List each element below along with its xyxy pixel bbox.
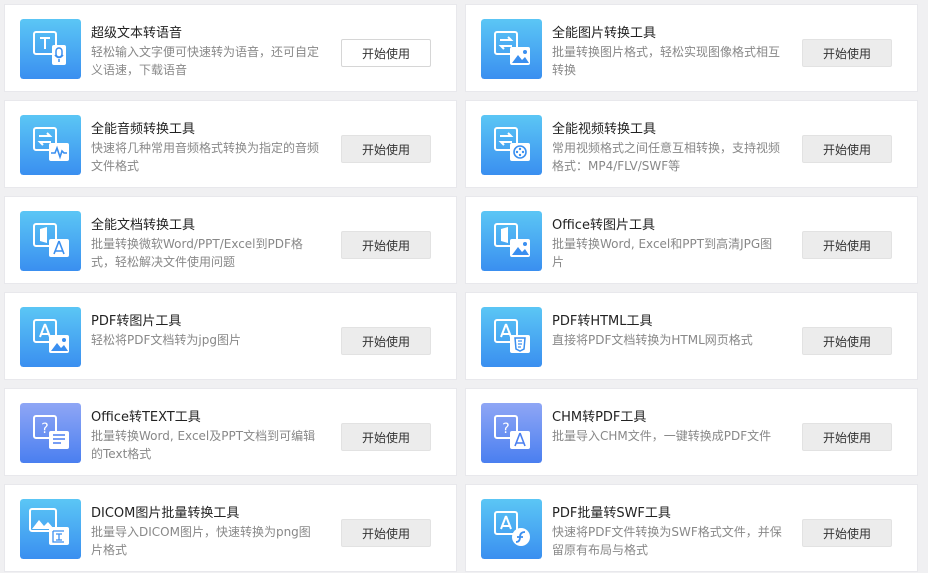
tool-title: PDF转HTML工具 — [552, 314, 653, 329]
start-button[interactable]: 开始使用 — [341, 39, 431, 67]
tool-title: Office转TEXT工具 — [91, 410, 201, 425]
tool-card-office-to-image: Office转图片工具 批量转换Word, Excel和PPT到高清JPG图片 … — [465, 196, 918, 284]
tool-title: Office转图片工具 — [552, 218, 655, 233]
tool-card-audio-convert: 全能音频转换工具 快速将几种常用音频格式转换为指定的音频文件格式 开始使用 — [4, 100, 457, 188]
tool-card-pdf-to-html: PDF转HTML工具 直接将PDF文档转换为HTML网页格式 开始使用 — [465, 292, 918, 380]
tool-card-image-convert: 全能图片转换工具 批量转换图片格式，轻松实现图像格式相互转换 开始使用 — [465, 4, 918, 92]
tool-description: 批量转换Word, Excel和PPT到高清JPG图片 — [552, 237, 773, 269]
tool-title: PDF转图片工具 — [91, 314, 182, 329]
tool-card-chm-to-pdf: ? CHM转PDF工具 批量导入CHM文件，一键转换成PDF文件 开始使用 — [465, 388, 918, 476]
pdf-to-image-icon — [20, 307, 81, 367]
svg-text:?: ? — [502, 421, 509, 437]
tool-description: 常用视频格式之间任意互相转换，支持视频格式：MP4/FLV/SWF等 — [552, 141, 781, 173]
tool-card-office-to-text: ? Office转TEXT工具 批量转换Word, Excel及PPT文档到可编… — [4, 388, 457, 476]
start-button[interactable]: 开始使用 — [802, 135, 892, 163]
tool-card-dicom-convert: DICOM图片批量转换工具 批量导入DICOM图片，快速转换为png图片格式 开… — [4, 484, 457, 572]
start-button[interactable]: 开始使用 — [802, 231, 892, 259]
tool-description: 批量转换图片格式，轻松实现图像格式相互转换 — [552, 45, 781, 77]
chm-to-pdf-icon: ? — [481, 403, 542, 463]
pdf-to-swf-icon — [481, 499, 542, 559]
tool-title: DICOM图片批量转换工具 — [91, 506, 240, 521]
document-convert-icon — [20, 211, 81, 271]
start-button[interactable]: 开始使用 — [341, 423, 431, 451]
start-button[interactable]: 开始使用 — [802, 327, 892, 355]
tool-title: 超级文本转语音 — [91, 26, 183, 41]
audio-convert-icon — [20, 115, 81, 175]
tool-description: 直接将PDF文档转换为HTML网页格式 — [552, 333, 753, 347]
tool-description: 批量转换微软Word/PPT/Excel到PDF格式，轻松解决文件使用问题 — [91, 237, 303, 269]
tool-title: PDF批量转SWF工具 — [552, 506, 671, 521]
tool-title: CHM转PDF工具 — [552, 410, 647, 425]
tool-description: 批量转换Word, Excel及PPT文档到可编辑的Text格式 — [91, 429, 316, 461]
tool-card-pdf-to-swf: PDF批量转SWF工具 快速将PDF文件转换为SWF格式文件，并保留原有布局与格… — [465, 484, 918, 572]
tool-title: 全能视频转换工具 — [552, 122, 657, 137]
tool-card-pdf-to-image: PDF转图片工具 轻松将PDF文档转为jpg图片 开始使用 — [4, 292, 457, 380]
start-button[interactable]: 开始使用 — [341, 327, 431, 355]
tool-description: 轻松输入文字便可快速转为语音，还可自定义语速，下载语音 — [91, 45, 320, 77]
tool-title: 全能文档转换工具 — [91, 218, 196, 233]
tool-card-video-convert: 全能视频转换工具 常用视频格式之间任意互相转换，支持视频格式：MP4/FLV/S… — [465, 100, 918, 188]
office-to-image-icon — [481, 211, 542, 271]
start-button[interactable]: 开始使用 — [802, 39, 892, 67]
start-button[interactable]: 开始使用 — [341, 519, 431, 547]
tool-description: 批量导入CHM文件，一键转换成PDF文件 — [552, 429, 772, 443]
pdf-to-html-icon — [481, 307, 542, 367]
image-convert-icon — [481, 19, 542, 79]
start-button[interactable]: 开始使用 — [802, 423, 892, 451]
start-button[interactable]: 开始使用 — [341, 135, 431, 163]
tool-card-document-convert: 全能文档转换工具 批量转换微软Word/PPT/Excel到PDF格式，轻松解决… — [4, 196, 457, 284]
start-button[interactable]: 开始使用 — [802, 519, 892, 547]
tool-description: 快速将几种常用音频格式转换为指定的音频文件格式 — [91, 141, 320, 173]
office-to-text-icon: ? — [20, 403, 81, 463]
tool-title: 全能图片转换工具 — [552, 26, 657, 41]
text-to-speech-icon — [20, 19, 81, 79]
tool-description: 轻松将PDF文档转为jpg图片 — [91, 333, 241, 347]
tool-card-text-to-speech: 超级文本转语音 轻松输入文字便可快速转为语音，还可自定义语速，下载语音 开始使用 — [4, 4, 457, 92]
tool-description: 批量导入DICOM图片，快速转换为png图片格式 — [91, 525, 311, 557]
tool-description: 快速将PDF文件转换为SWF格式文件，并保留原有布局与格式 — [552, 525, 782, 557]
dicom-convert-icon — [20, 499, 81, 559]
tool-title: 全能音频转换工具 — [91, 122, 196, 137]
video-convert-icon — [481, 115, 542, 175]
svg-text:?: ? — [41, 421, 48, 437]
start-button[interactable]: 开始使用 — [341, 231, 431, 259]
tool-grid: 超级文本转语音 轻松输入文字便可快速转为语音，还可自定义语速，下载语音 开始使用… — [4, 4, 918, 572]
